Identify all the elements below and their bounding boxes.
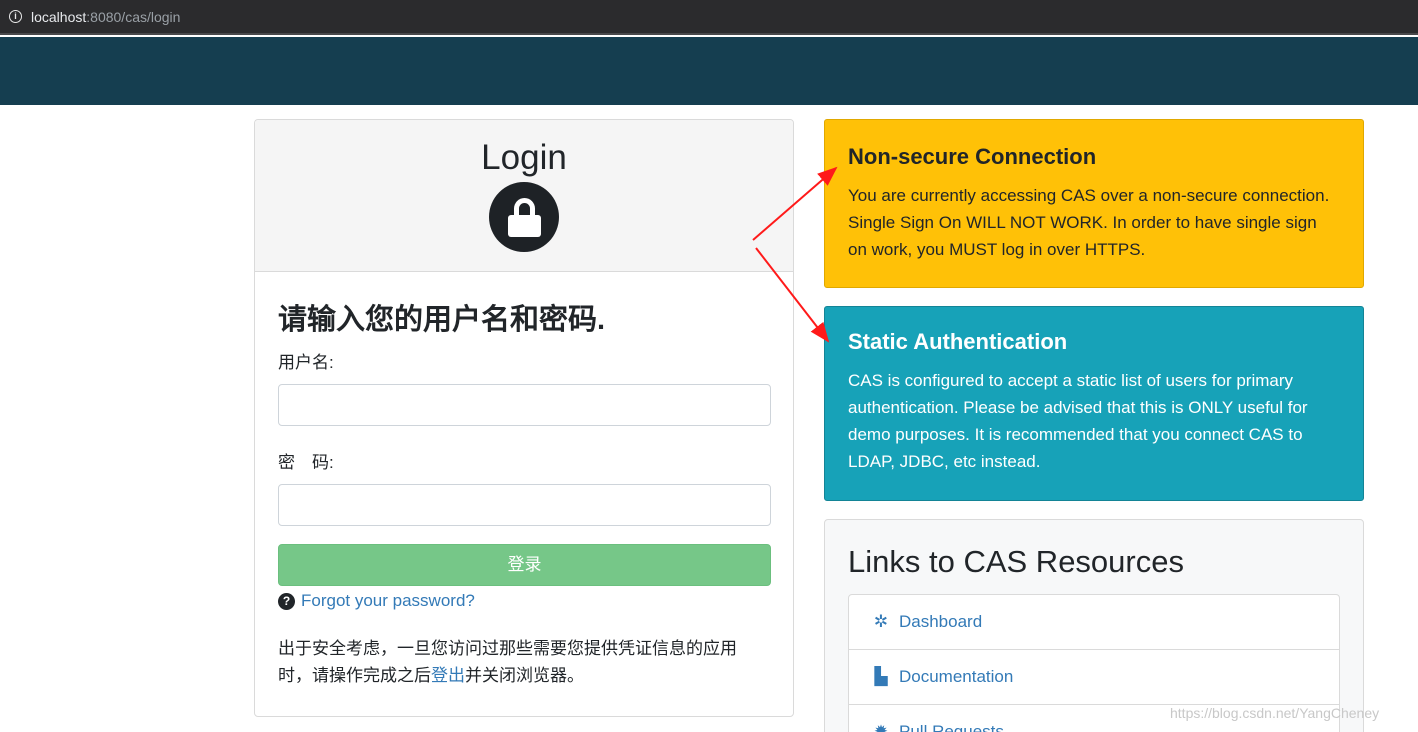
link-dashboard[interactable]: ✲ Dashboard (849, 595, 1339, 650)
site-header (0, 37, 1418, 105)
links-card: Links to CAS Resources ✲ Dashboard ▙ Doc… (824, 519, 1364, 732)
url-host: localhost (31, 9, 87, 25)
lock-icon (489, 182, 559, 252)
security-note-end: 并关闭浏览器。 (465, 666, 584, 685)
watermark: https://blog.csdn.net/YangCheney (1170, 705, 1380, 721)
password-label: 密 码: (278, 453, 334, 472)
cogs-icon: ✲ (873, 612, 889, 631)
password-input[interactable] (278, 484, 771, 526)
bug-icon: ✹ (873, 722, 889, 732)
login-header: Login (255, 120, 793, 272)
logout-link[interactable]: 登出 (431, 666, 465, 685)
login-form: 请输入您的用户名和密码. 用户名: 密 码: 登录 ? Forgot your … (255, 272, 793, 713)
link-label[interactable]: Pull Requests (899, 722, 1004, 732)
url-path: :8080/cas/login (86, 9, 181, 25)
alert-title-info: Static Authentication (848, 329, 1068, 354)
username-label: 用户名: (278, 353, 334, 372)
browser-address-bar: i localhost:8080/cas/login (0, 0, 1418, 35)
info-icon[interactable]: i (9, 10, 22, 23)
non-secure-alert: Non-secure Connection You are currently … (824, 119, 1364, 288)
login-card: Login 请输入您的用户名和密码. 用户名: 密 码: 登录 ? Forgot… (254, 119, 794, 717)
link-label[interactable]: Dashboard (899, 612, 982, 632)
alert-text-warning: You are currently accessing CAS over a n… (848, 186, 1330, 259)
username-input[interactable] (278, 384, 771, 426)
file-icon: ▙ (874, 667, 888, 686)
link-label[interactable]: Documentation (899, 667, 1013, 687)
links-title: Links to CAS Resources (848, 544, 1184, 579)
forgot-password[interactable]: ? Forgot your password? (278, 591, 770, 611)
link-documentation[interactable]: ▙ Documentation (849, 650, 1339, 705)
login-prompt: 请输入您的用户名和密码. (278, 304, 606, 336)
login-button[interactable]: 登录 (278, 544, 771, 586)
login-title: Login (481, 138, 567, 177)
static-auth-alert: Static Authentication CAS is configured … (824, 306, 1364, 501)
forgot-password-link[interactable]: Forgot your password? (301, 591, 475, 611)
question-circle-icon: ? (278, 592, 295, 610)
security-note: 出于安全考虑，一旦您访问过那些需要您提供凭证信息的应用时，请操作完成之后登出并关… (278, 635, 770, 689)
alert-text-info: CAS is configured to accept a static lis… (848, 371, 1308, 471)
url-field[interactable]: localhost:8080/cas/login (31, 9, 180, 25)
alert-title-warning: Non-secure Connection (848, 144, 1097, 169)
